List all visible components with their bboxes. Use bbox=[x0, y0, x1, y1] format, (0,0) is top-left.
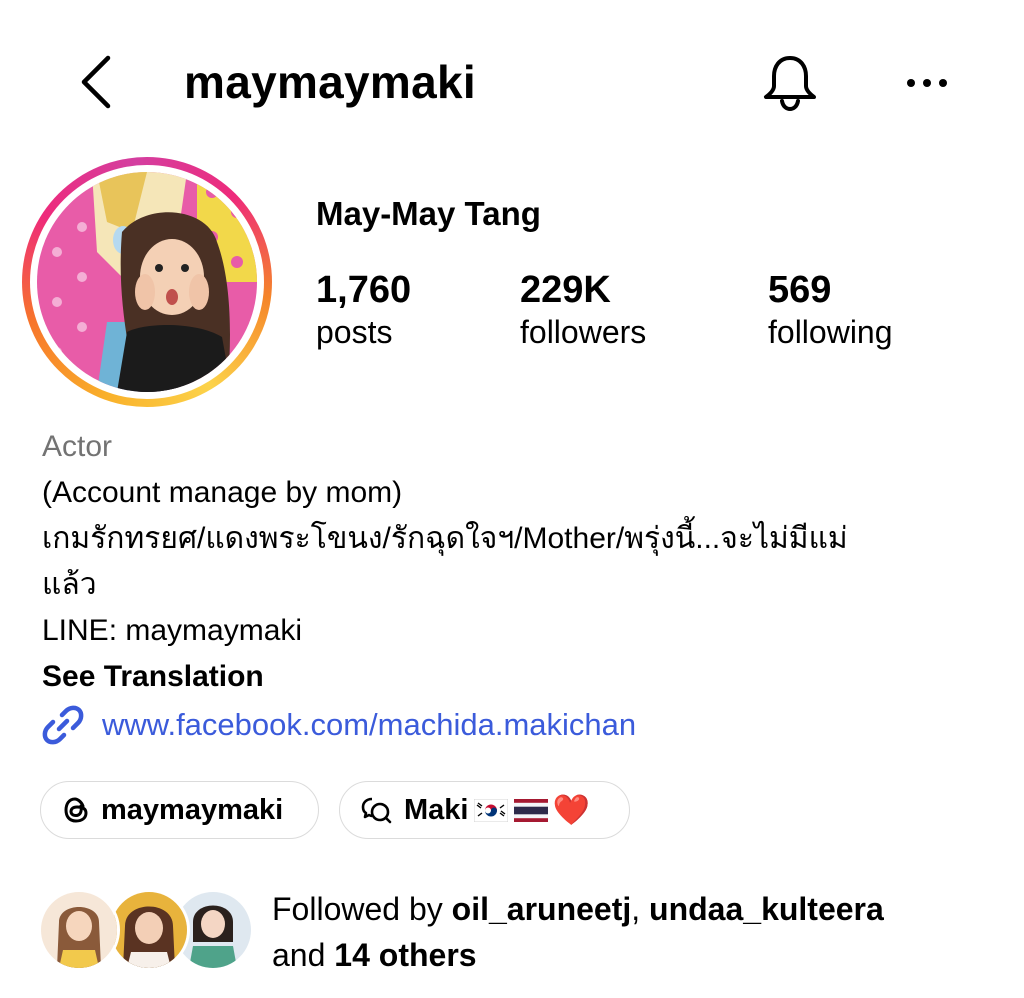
followers-label: followers bbox=[520, 314, 647, 350]
notifications-button[interactable] bbox=[758, 50, 822, 114]
threads-profile-chip[interactable]: maymaymaki bbox=[40, 781, 319, 839]
follower-avatar[interactable] bbox=[108, 889, 190, 971]
followed-by-and: and bbox=[272, 937, 335, 973]
followed-by-text[interactable]: Followed by oil_aruneetj, undaa_kulteera… bbox=[272, 886, 992, 978]
south-korea-flag-icon bbox=[474, 798, 509, 822]
following-stat[interactable]: 569 following bbox=[768, 268, 893, 352]
posts-stat[interactable]: 1,760 posts bbox=[316, 268, 411, 352]
back-button[interactable] bbox=[72, 52, 122, 112]
others-count-link[interactable]: 14 others bbox=[334, 937, 476, 973]
more-horizontal-icon bbox=[907, 79, 947, 87]
profile-avatar bbox=[37, 172, 257, 392]
profile-display-name: May-May Tang bbox=[316, 195, 541, 232]
following-label: following bbox=[768, 314, 893, 350]
see-translation-link[interactable]: See Translation bbox=[42, 654, 992, 700]
thailand-flag-icon bbox=[514, 798, 549, 822]
chevron-left-icon bbox=[81, 55, 111, 109]
bio-line: LINE: maymaymaki bbox=[42, 614, 303, 647]
follower-avatar[interactable] bbox=[38, 889, 120, 971]
mutual-follower-link[interactable]: oil_aruneetj bbox=[452, 891, 632, 927]
profile-category: Actor bbox=[42, 430, 113, 463]
threads-chip-label: maymaymaki bbox=[101, 793, 284, 826]
profile-bio: Actor (Account manage by mom) เกมรักทรยศ… bbox=[42, 424, 992, 700]
channel-chip-label: Maki bbox=[404, 793, 469, 826]
bio-line: เกมรักทรยศ/แดงพระโขนง/รักฉุดใจฯ/Mother/พ… bbox=[42, 522, 848, 555]
profile-avatar-story-ring[interactable] bbox=[22, 157, 272, 407]
followers-count: 229K bbox=[520, 269, 611, 311]
profile-username: maymaymaki bbox=[184, 56, 476, 108]
link-icon bbox=[42, 705, 84, 745]
posts-label: posts bbox=[316, 314, 393, 350]
mutual-follower-link[interactable]: undaa_kulteera bbox=[649, 891, 884, 927]
broadcast-channel-chip[interactable]: Maki ❤️ bbox=[339, 781, 630, 839]
external-link-text: www.facebook.com/machida.makichan bbox=[102, 707, 637, 742]
followed-by-prefix: Followed by bbox=[272, 891, 452, 927]
bio-line: (Account manage by mom) bbox=[42, 476, 403, 509]
broadcast-channel-icon bbox=[361, 797, 392, 824]
posts-count: 1,760 bbox=[316, 269, 412, 311]
following-count: 569 bbox=[768, 269, 832, 311]
bell-icon bbox=[764, 56, 816, 112]
followers-stat[interactable]: 229K followers bbox=[520, 268, 646, 352]
more-options-button[interactable] bbox=[902, 66, 952, 100]
followed-by-separator: , bbox=[631, 891, 650, 927]
bio-line: แล้ว bbox=[42, 568, 97, 601]
heart-emoji: ❤️ bbox=[552, 793, 590, 827]
external-link[interactable]: www.facebook.com/machida.makichan bbox=[40, 700, 636, 750]
threads-icon bbox=[64, 797, 88, 823]
